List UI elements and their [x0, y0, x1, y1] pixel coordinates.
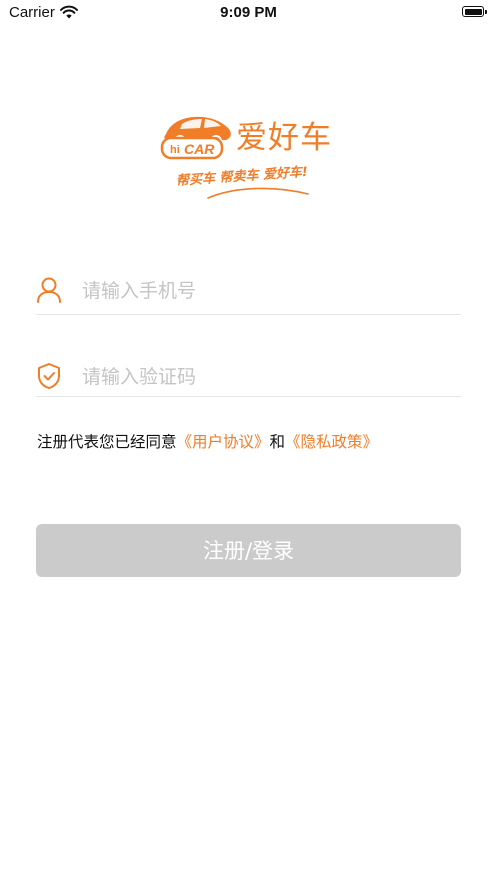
- car-logo-icon: hi CAR: [160, 116, 231, 160]
- user-icon: [37, 277, 61, 303]
- phone-field-row: [36, 270, 461, 315]
- register-login-button[interactable]: 注册/登录: [36, 524, 461, 577]
- agreement-joiner: 和: [269, 433, 286, 451]
- svg-text:hi: hi: [170, 144, 180, 156]
- status-time: 9:09 PM: [220, 4, 277, 21]
- privacy-policy-link[interactable]: 《隐私政策》: [285, 433, 378, 451]
- agreement-text: 注册代表您已经同意《用户协议》和《隐私政策》: [37, 430, 378, 452]
- logo-badge-text: CAR: [184, 141, 215, 157]
- battery-icon: [462, 6, 487, 17]
- user-agreement-link[interactable]: 《用户协议》: [177, 433, 270, 451]
- agreement-prefix: 注册代表您已经同意: [37, 433, 177, 451]
- status-bar: Carrier 9:09 PM: [0, 0, 497, 26]
- shield-check-icon: [38, 363, 60, 389]
- swoosh-decoration: [207, 187, 309, 199]
- brand-name: 爱好车: [236, 120, 332, 156]
- code-field-row: [36, 352, 461, 397]
- verification-code-input[interactable]: [82, 362, 452, 392]
- app-logo: hi CAR 爱好车 帮买车 帮卖车 爱好车!: [160, 104, 345, 204]
- phone-input[interactable]: [82, 276, 452, 306]
